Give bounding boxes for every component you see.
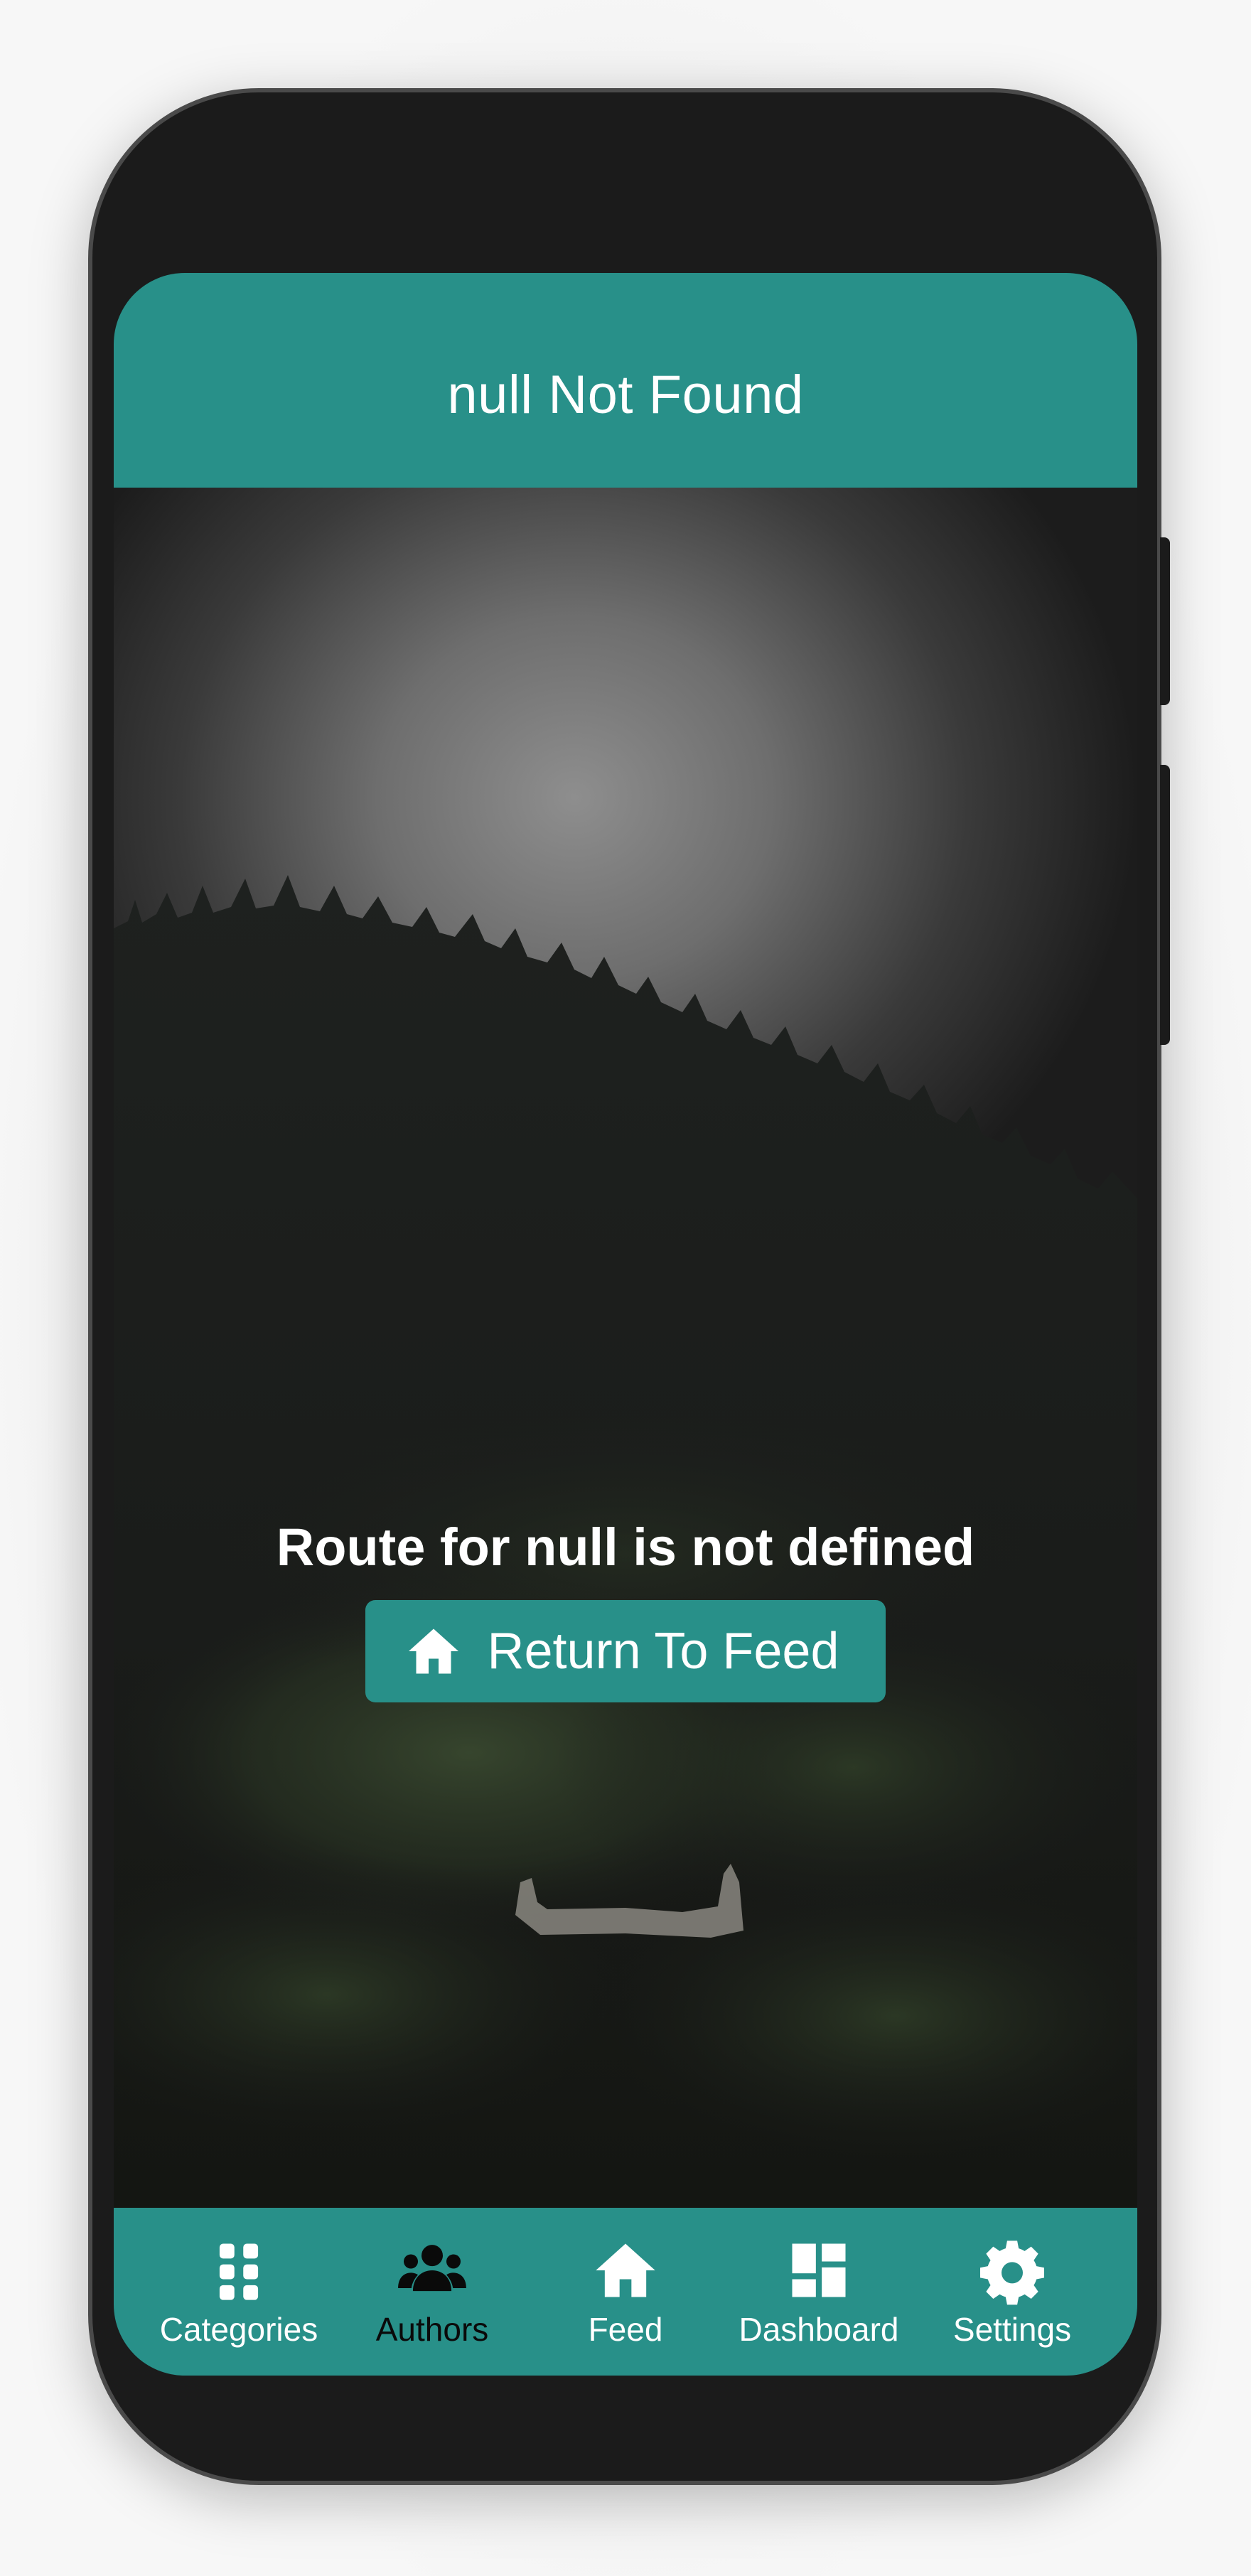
background-photo <box>114 488 1137 2208</box>
gear-icon <box>980 2240 1044 2305</box>
device-stage: null Not Found Route for null is not def… <box>0 0 1251 2576</box>
nav-item-settings[interactable]: Settings <box>923 2235 1101 2349</box>
nav-label-categories: Categories <box>159 2311 318 2348</box>
forest-landscape-image <box>114 875 1137 2208</box>
users-icon <box>398 2245 466 2292</box>
return-to-feed-button[interactable]: Return To Feed <box>365 1600 886 1702</box>
volume-button <box>1160 537 1170 705</box>
app-header: null Not Found <box>114 273 1137 488</box>
nav-item-authors[interactable]: Authors <box>343 2235 521 2349</box>
nav-label-settings: Settings <box>952 2311 1072 2348</box>
bottom-navigation: Categories Authors Feed Dashboard Settin… <box>114 2208 1137 2376</box>
nav-label-dashboard: Dashboard <box>739 2311 899 2348</box>
nav-label-authors: Authors <box>375 2311 489 2348</box>
home-icon <box>596 2243 655 2297</box>
app-screen: null Not Found Route for null is not def… <box>114 273 1137 2376</box>
dashboard-icon <box>792 2243 846 2297</box>
power-button <box>1160 765 1170 1045</box>
not-found-content: Route for null is not defined Return To … <box>114 1517 1137 1702</box>
nav-item-dashboard[interactable]: Dashboard <box>730 2235 908 2349</box>
nav-label-feed: Feed <box>588 2311 663 2348</box>
nav-item-categories[interactable]: Categories <box>150 2235 328 2349</box>
return-button-label: Return To Feed <box>487 1623 839 1680</box>
page-title: null Not Found <box>447 364 804 425</box>
nav-item-feed[interactable]: Feed <box>537 2235 714 2349</box>
grid-icon <box>219 2243 259 2300</box>
error-message: Route for null is not defined <box>276 1518 975 1577</box>
home-icon <box>408 1628 458 1674</box>
